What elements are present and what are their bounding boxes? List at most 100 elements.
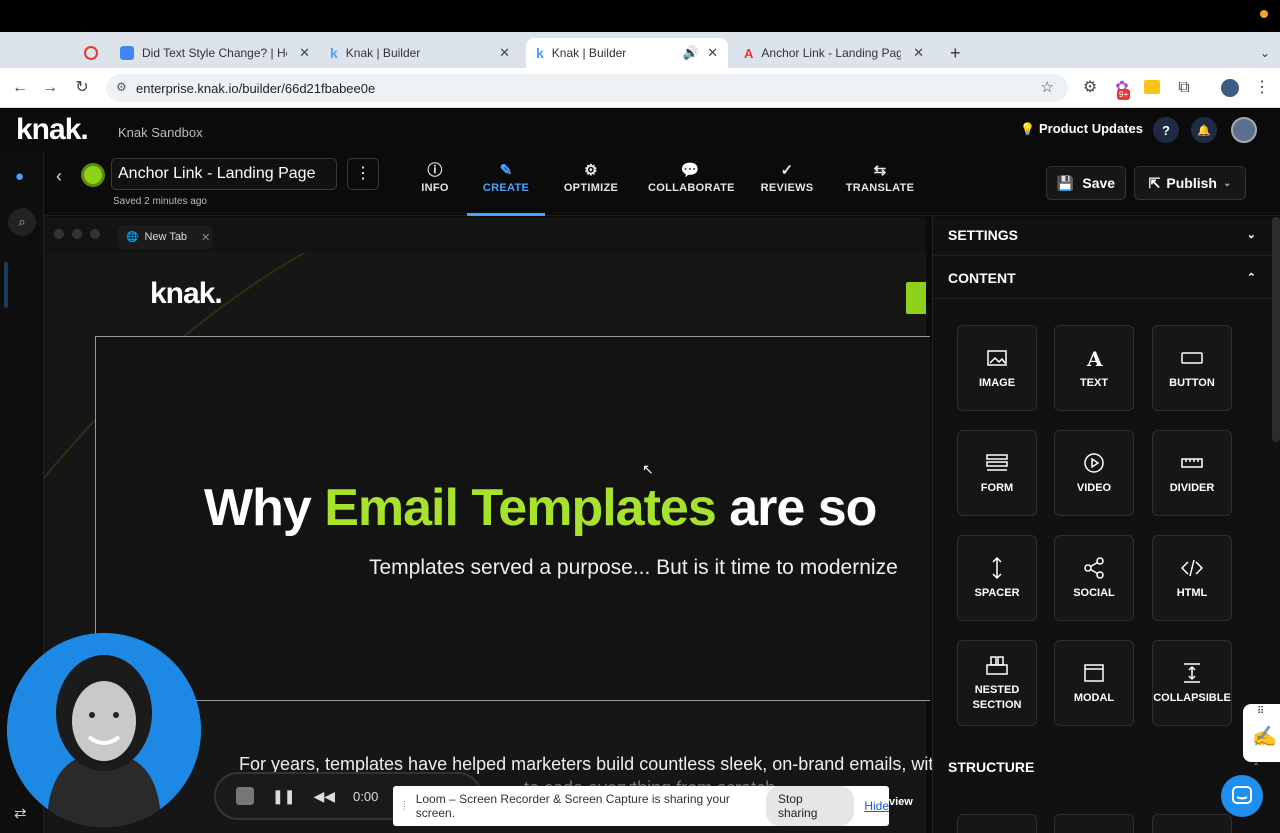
grip-dots-icon[interactable]: ⠿ [1257, 706, 1264, 717]
close-tab-icon[interactable]: ✕ [913, 45, 924, 61]
drag-handle-icon[interactable]: ⦙ [403, 799, 406, 814]
section-title: CONTENT [948, 269, 1016, 286]
tab-search-chevron-icon[interactable]: ⌄ [1250, 38, 1276, 68]
hero-headline[interactable]: Why Email Templates are so [204, 478, 877, 538]
new-tab-plus-icon[interactable]: + [940, 38, 966, 68]
extension-gear-icon[interactable]: ⚙ [1080, 78, 1100, 98]
url-field[interactable]: ⚙ enterprise.knak.io/builder/66d21fbabee… [106, 74, 1068, 102]
support-chat-button[interactable] [1221, 775, 1263, 817]
block-label: VIDEO [1076, 481, 1112, 494]
save-disk-icon: 💾 [1056, 174, 1075, 191]
block-modal[interactable]: MODAL [1054, 640, 1134, 726]
close-tab-icon[interactable]: ✕ [499, 45, 510, 61]
page-options-menu-icon[interactable]: ⋮ [347, 158, 379, 190]
bookmark-star-icon[interactable]: ☆ [1041, 78, 1054, 96]
swap-arrows-icon[interactable]: ⇄ [14, 804, 27, 822]
angular-favicon-icon: A [744, 45, 754, 61]
browser-tab-builder-1[interactable]: k Knak | Builder ✕ [320, 38, 520, 68]
presenter-webcam-image [7, 633, 201, 827]
stop-sharing-button[interactable]: Stop sharing [766, 786, 855, 826]
reload-icon[interactable]: ↻ [72, 78, 92, 98]
block-label: IMAGE [978, 376, 1016, 389]
divider-icon [1181, 457, 1203, 468]
structure-card[interactable] [957, 814, 1037, 833]
block-divider[interactable]: DIVIDER [1152, 430, 1232, 516]
preview-button-fragment[interactable]: view [889, 796, 913, 808]
pen-signature-icon: ✍ [1252, 726, 1277, 748]
stop-recording-icon[interactable] [236, 787, 254, 805]
speaker-icon[interactable]: 🔊 [683, 45, 699, 61]
header-cta-button[interactable] [906, 282, 926, 314]
forward-arrow-icon[interactable]: → [40, 78, 60, 98]
headline-part: are so [715, 479, 877, 537]
tab-create[interactable]: ✎ CREATE [467, 162, 545, 216]
structure-card[interactable] [1152, 814, 1232, 833]
close-tab-icon[interactable]: ✕ [299, 45, 310, 61]
block-video[interactable]: VIDEO [1054, 430, 1134, 516]
chevron-down-icon: ⌄ [1246, 229, 1256, 241]
back-chevron-icon[interactable]: ‹ [56, 166, 62, 187]
tab-title: Anchor Link - Landing Page - [761, 46, 902, 60]
svg-text:A: A [1086, 347, 1103, 370]
block-button[interactable]: BUTTON [1152, 325, 1232, 411]
block-collapsible[interactable]: COLLAPSIBLE [1152, 640, 1232, 726]
settings-section-header[interactable]: SETTINGS ⌄ [932, 214, 1272, 256]
block-image[interactable]: IMAGE [957, 325, 1037, 411]
gear-icon: ⚙ [584, 162, 598, 179]
browser-tab-help[interactable]: Did Text Style Change? | Help ✕ [110, 38, 320, 68]
search-icon[interactable]: ⌕ [8, 208, 36, 236]
browser-menu-icon[interactable]: ⋮ [1252, 78, 1272, 98]
product-updates-link[interactable]: Product Updates [1039, 121, 1143, 136]
headline-highlight: Email Templates [324, 479, 717, 537]
profile-avatar[interactable] [1221, 79, 1239, 97]
panel-scrollbar[interactable] [1272, 217, 1280, 442]
save-label: Save [1082, 175, 1116, 191]
back-arrow-icon[interactable]: ← [10, 78, 30, 98]
hide-link[interactable]: Hide [864, 799, 889, 813]
structure-card[interactable] [1054, 814, 1134, 833]
tab-optimize[interactable]: ⚙ OPTIMIZE [558, 162, 624, 216]
block-form[interactable]: FORM [957, 430, 1037, 516]
browser-tab-anchor[interactable]: A Anchor Link - Landing Page - ✕ [734, 38, 934, 68]
block-spacer[interactable]: SPACER [957, 535, 1037, 621]
spacer-icon [992, 556, 1002, 579]
page-logo[interactable]: knak. [150, 277, 223, 311]
mouse-cursor-icon: ↖ [642, 461, 654, 477]
button-icon [1181, 351, 1203, 364]
tab-info[interactable]: ⓘ INFO [414, 162, 456, 216]
tab-collaborate[interactable]: 💬 COLLABORATE [648, 162, 735, 216]
knak-logo[interactable]: knak. [16, 113, 89, 147]
publish-button[interactable]: ⇱ Publish ⌄ [1134, 166, 1246, 200]
chevron-up-icon[interactable]: ⌃ [1252, 762, 1260, 773]
pause-icon[interactable]: ❚❚ [272, 788, 295, 805]
tab-reviews[interactable]: ✓ REVIEWS [758, 162, 816, 216]
hero-subheadline[interactable]: Templates served a purpose... But is it … [369, 556, 898, 580]
help-button[interactable]: ? [1153, 117, 1179, 143]
chevron-down-icon: ⌄ [1222, 177, 1232, 189]
rewind-icon[interactable]: ◀◀ [313, 788, 335, 805]
window-dot [72, 229, 82, 239]
browser-tab-builder-active[interactable]: k Knak | Builder 🔊 ✕ [526, 38, 728, 68]
block-label: MODAL [1073, 691, 1115, 704]
notifications-bell-icon[interactable]: 🔔 [1191, 117, 1217, 143]
block-text[interactable]: A TEXT [1054, 325, 1134, 411]
block-social[interactable]: SOCIAL [1054, 535, 1134, 621]
extensions-puzzle-icon[interactable]: ⧉ [1174, 78, 1194, 98]
user-avatar[interactable] [1231, 117, 1257, 143]
block-html[interactable]: HTML [1152, 535, 1232, 621]
content-section-header[interactable]: CONTENT ⌃ [932, 257, 1272, 299]
tab-translate[interactable]: ⇆ TRANSLATE [845, 162, 915, 216]
block-nested-section[interactable]: NESTED SECTION [957, 640, 1037, 726]
side-widget[interactable]: ⠿ ✍ [1243, 704, 1280, 762]
extension-yellow-icon[interactable] [1144, 80, 1160, 94]
loom-camera-bubble[interactable] [7, 633, 201, 827]
page-name-input[interactable]: Anchor Link - Landing Page [111, 158, 337, 190]
browser-tab-pinned[interactable] [74, 38, 108, 68]
close-tab-icon[interactable]: ✕ [707, 45, 718, 61]
preview-tab: 🌐 New Tab ✕ [118, 225, 212, 249]
site-info-icon[interactable]: ⚙ [116, 80, 127, 94]
lightbulb-rail-icon[interactable]: ● [15, 168, 24, 185]
save-button[interactable]: 💾 Save [1046, 166, 1126, 200]
nested-icon [986, 656, 1008, 675]
publish-icon: ⇱ [1148, 174, 1161, 191]
